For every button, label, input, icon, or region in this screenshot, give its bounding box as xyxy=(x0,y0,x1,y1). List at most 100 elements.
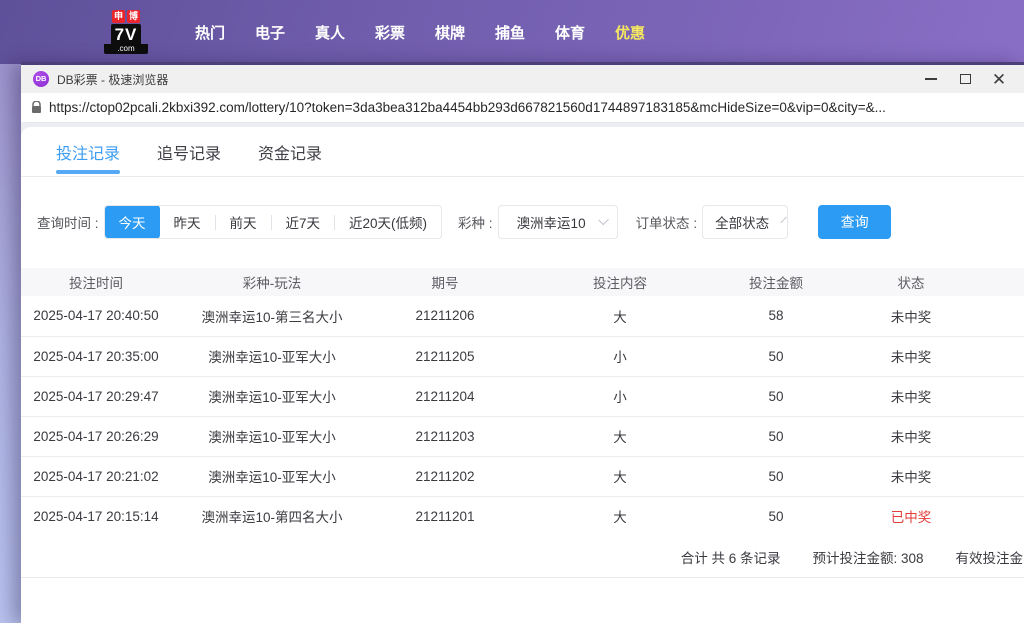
logo-badge-bo: 博 xyxy=(127,10,140,23)
tab-fund-records[interactable]: 资金记录 xyxy=(258,127,322,176)
order-status-select[interactable]: 全部状态 xyxy=(702,205,789,239)
cell-status: 未中奖 xyxy=(829,336,993,377)
nav-menu-item[interactable]: 彩票 xyxy=(360,22,420,43)
time-option[interactable]: 今天 xyxy=(104,206,160,238)
summary-total-records: 合计 共 6 条记录 xyxy=(680,550,781,566)
url-text: https://ctop02pcali.2kbxi392.com/lottery… xyxy=(49,100,886,115)
page-content: 投注记录 追号记录 资金记录 查询时间 : 今天 昨天 前天 近7天 近20天(低频) 彩种… xyxy=(21,123,1024,623)
site-logo[interactable]: 申 博 7V .com xyxy=(104,10,148,54)
minimize-icon xyxy=(925,78,937,80)
logo-badge-shen: 申 xyxy=(112,10,125,23)
chevron-down-icon xyxy=(780,216,787,224)
cell-bet-time: 2025-04-17 20:29:47 xyxy=(21,376,171,417)
time-option[interactable]: 近7天 xyxy=(272,206,335,238)
table-row: 2025-04-17 20:15:14 澳洲幸运10-第四名大小 21211201 大… xyxy=(21,496,1024,536)
window-titlebar: DB DB彩票 - 极速浏览器 ✕ xyxy=(21,65,1024,93)
column-header: 投注金额 xyxy=(723,268,829,296)
cell-bet-content: 大 xyxy=(517,296,723,337)
cell-issue-number: 21211205 xyxy=(373,336,517,377)
filter-row: 查询时间 : 今天 昨天 前天 近7天 近20天(低频) 彩种 : 澳洲幸运10 订单状… xyxy=(21,205,1024,239)
cell-issue-number: 21211201 xyxy=(415,508,475,524)
close-button[interactable]: ✕ xyxy=(982,67,1016,91)
nav-menu-item[interactable]: 体育 xyxy=(540,22,600,43)
nav-menu-item[interactable]: 捕鱼 xyxy=(480,22,540,43)
logo-main-text: 7V xyxy=(110,24,142,44)
table-row: 2025-04-17 20:40:50 澳洲幸运10-第三名大小 21211206 大… xyxy=(21,296,1024,337)
nav-menu-item[interactable]: 棋牌 xyxy=(420,22,480,43)
search-button[interactable]: 查询 xyxy=(818,205,892,239)
cell-bet-content: 大 xyxy=(613,510,627,526)
cell-filler xyxy=(993,416,1024,457)
maximize-button[interactable] xyxy=(948,67,982,91)
table-row: 2025-04-17 20:29:47 澳洲幸运10-亚军大小 21211204 小 5… xyxy=(21,376,1024,417)
cell-filler xyxy=(993,376,1024,417)
browser-favicon: DB xyxy=(33,71,49,87)
column-header: 状态 xyxy=(829,268,993,296)
cell-bet-amount: 50 xyxy=(723,376,829,417)
cell-bet-amount: 50 xyxy=(768,508,784,524)
close-icon: ✕ xyxy=(991,69,1007,89)
maximize-icon xyxy=(959,74,971,84)
table-body: 2025-04-17 20:40:50 澳洲幸运10-第三名大小 21211206 大… xyxy=(21,296,1024,536)
column-header-filler xyxy=(993,268,1024,296)
time-option[interactable]: 前天 xyxy=(216,206,271,238)
address-bar[interactable]: https://ctop02pcali.2kbxi392.com/lottery… xyxy=(21,93,1024,123)
lottery-select[interactable]: 澳洲幸运10 xyxy=(497,205,618,239)
minimize-button[interactable] xyxy=(914,67,948,91)
time-range-group: 今天 昨天 前天 近7天 近20天(低频) xyxy=(103,205,443,239)
time-option[interactable]: 昨天 xyxy=(160,206,215,238)
chevron-down-icon xyxy=(597,214,609,226)
cell-bet-amount: 50 xyxy=(723,456,829,497)
tab-bet-records[interactable]: 投注记录 xyxy=(56,127,121,176)
cell-issue-number: 21211203 xyxy=(373,416,517,457)
logo-badges: 申 博 xyxy=(112,10,140,23)
lottery-filter-label: 彩种 : xyxy=(458,216,493,231)
record-tabs: 投注记录 追号记录 资金记录 xyxy=(21,127,1024,177)
table-row: 2025-04-17 20:26:29 澳洲幸运10-亚军大小 21211203 大 5… xyxy=(21,416,1024,457)
table-header: 投注时间 彩种-玩法 期号 投注内容 投注金额 状态 xyxy=(21,268,1024,296)
table-row: 2025-04-17 20:35:00 澳洲幸运10-亚军大小 21211205 小 5… xyxy=(21,336,1024,377)
cell-game-play: 澳洲幸运10-亚军大小 xyxy=(171,416,373,457)
cell-bet-amount: 50 xyxy=(723,416,829,457)
cell-status: 未中奖 xyxy=(829,416,993,457)
column-header: 期号 xyxy=(373,268,517,296)
tab-label: 资金记录 xyxy=(258,145,323,163)
order-status-value: 全部状态 xyxy=(715,216,770,231)
records-card: 投注记录 追号记录 资金记录 查询时间 : 今天 昨天 前天 近7天 近20天(低频) 彩种… xyxy=(21,127,1024,623)
cell-game-play: 澳洲幸运10-亚军大小 xyxy=(171,336,373,377)
column-header: 投注内容 xyxy=(517,268,723,296)
cell-bet-content: 小 xyxy=(517,376,723,417)
cell-game-play: 澳洲幸运10-亚军大小 xyxy=(171,456,373,497)
nav-menu-item[interactable]: 真人 xyxy=(300,22,360,43)
site-header: 申 博 7V .com 热门 电子 真人 彩票 棋牌 捕鱼 体育 优惠 xyxy=(0,0,1024,64)
order-status-label: 订单状态 : xyxy=(635,216,698,231)
cell-filler xyxy=(993,296,1024,337)
lock-icon xyxy=(31,101,42,114)
site-nav-menu: 热门 电子 真人 彩票 棋牌 捕鱼 体育 优惠 xyxy=(180,22,660,43)
cell-bet-time: 2025-04-17 20:26:29 xyxy=(21,416,171,457)
cell-bet-time: 2025-04-17 20:21:02 xyxy=(21,456,171,497)
nav-menu-item[interactable]: 热门 xyxy=(180,22,240,43)
window-controls: ✕ xyxy=(914,67,1016,91)
tab-chase-records[interactable]: 追号记录 xyxy=(157,127,221,176)
cell-bet-time: 2025-04-17 20:15:14 xyxy=(33,508,159,524)
lottery-select-value: 澳洲幸运10 xyxy=(516,216,586,231)
cell-bet-content: 小 xyxy=(517,336,723,377)
table-row: 2025-04-17 20:21:02 澳洲幸运10-亚军大小 21211202 大 5… xyxy=(21,456,1024,497)
cell-bet-content: 大 xyxy=(517,456,723,497)
cell-issue-number: 21211202 xyxy=(373,456,517,497)
active-tab-underline xyxy=(56,170,121,174)
tab-label: 投注记录 xyxy=(56,145,121,163)
cell-status: 未中奖 xyxy=(829,296,993,337)
cell-bet-content: 大 xyxy=(517,416,723,457)
nav-menu-item[interactable]: 电子 xyxy=(240,22,300,43)
column-header: 彩种-玩法 xyxy=(171,268,373,296)
nav-menu-item[interactable]: 优惠 xyxy=(600,22,660,43)
cell-status: 未中奖 xyxy=(829,376,993,417)
window-title: DB彩票 - 极速浏览器 xyxy=(57,72,169,87)
cell-issue-number: 21211204 xyxy=(373,376,517,417)
cell-issue-number: 21211206 xyxy=(373,296,517,337)
cell-bet-time: 2025-04-17 20:35:00 xyxy=(21,336,171,377)
cell-bet-amount: 50 xyxy=(723,336,829,377)
time-option[interactable]: 近20天(低频) xyxy=(335,206,441,238)
